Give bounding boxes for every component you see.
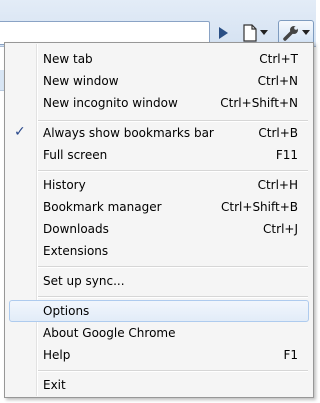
menu-separator [38,296,308,298]
menu-item-shortcut: Ctrl+B [258,126,298,140]
menu-item-shortcut: Ctrl+Shift+B [221,200,298,214]
menu-item-shortcut: Ctrl+J [263,222,298,236]
menu-item-shortcut: F1 [283,348,298,362]
play-icon [219,27,228,39]
menu-item-exit[interactable]: Exit [9,374,309,396]
menu-item-shortcut: F11 [275,148,298,162]
menu-item-extensions[interactable]: Extensions [9,240,309,262]
page-icon [243,24,257,42]
menu-item-shortcut: Ctrl+H [257,178,298,192]
chevron-down-icon [302,30,310,35]
menu-item-label: Downloads [43,222,109,236]
menu-item-new-tab[interactable]: New tab Ctrl+T [9,48,309,70]
menu-item-label: Full screen [43,148,108,162]
menu-item-history[interactable]: History Ctrl+H [9,174,309,196]
menu-item-options[interactable]: Options [9,300,309,322]
menu-item-label: Bookmark manager [43,200,162,214]
menu-item-full-screen[interactable]: Full screen F11 [9,144,309,166]
menu-item-downloads[interactable]: Downloads Ctrl+J [9,218,309,240]
menu-item-shortcut: Ctrl+Shift+N [220,96,298,110]
menu-separator [38,170,308,172]
chevron-down-icon [260,30,268,35]
menu-item-label: Set up sync... [43,274,125,288]
menu-item-always-show-bookmarks-bar[interactable]: ✓ Always show bookmarks bar Ctrl+B [9,122,309,144]
menu-item-label: Exit [43,378,66,392]
menu-item-label: New incognito window [43,96,178,110]
menu-item-label: About Google Chrome [43,326,176,340]
wrench-icon [283,26,298,41]
menu-item-about-google-chrome[interactable]: About Google Chrome [9,322,309,344]
check-mark-icon: ✓ [14,124,26,140]
menu-item-label: Always show bookmarks bar [43,126,214,140]
menu-item-help[interactable]: Help F1 [9,344,309,366]
menu-item-set-up-sync[interactable]: Set up sync... [9,270,309,292]
menu-item-shortcut: Ctrl+T [259,52,298,66]
browser-toolbar [0,0,316,47]
menu-item-new-window[interactable]: New window Ctrl+N [9,70,309,92]
menu-item-bookmark-manager[interactable]: Bookmark manager Ctrl+Shift+B [9,196,309,218]
menu-item-label: History [43,178,86,192]
menu-item-label: New window [43,74,119,88]
menu-item-label: Extensions [43,244,109,258]
menu-separator [38,266,308,268]
menu-item-label: New tab [43,52,93,66]
menu-item-label: Options [43,304,90,318]
menu-item-new-incognito-window[interactable]: New incognito window Ctrl+Shift+N [9,92,309,114]
menu-separator [38,370,308,372]
menu-item-shortcut: Ctrl+N [257,74,298,88]
wrench-menu: New tab Ctrl+T New window Ctrl+N New inc… [4,42,314,398]
menu-item-label: Help [43,348,71,362]
